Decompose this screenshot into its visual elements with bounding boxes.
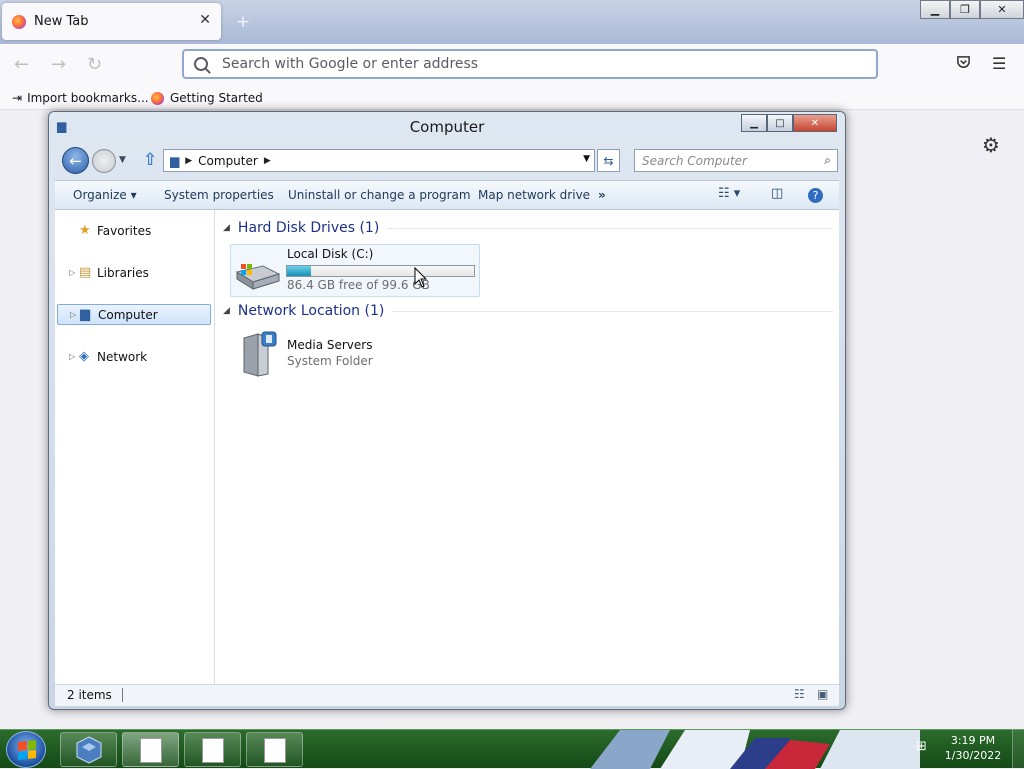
network-item-name: Media Servers [287,338,373,352]
breadcrumb-arrow-icon[interactable]: ▶ [185,156,192,166]
large-icons-view-icon[interactable]: ▣ [817,687,828,701]
firefox-icon [151,91,164,105]
taskbar-virtualbox[interactable] [60,732,117,767]
expand-arrow-icon[interactable]: ▷ [69,352,79,361]
expand-arrow-icon[interactable]: ▷ [70,310,80,319]
help-icon[interactable]: ? [808,188,823,203]
close-window-button[interactable]: ✕ [980,0,1024,19]
bookmark-import[interactable]: ⇥ Import bookmarks... [12,91,149,105]
address-dropdown-icon[interactable]: ▼ [583,154,590,164]
close-window-button[interactable]: ✕ [793,114,837,132]
taskbar-clock[interactable]: 3:19 PM 1/30/2022 [940,733,1006,763]
bookmark-getting-started[interactable]: Getting Started [151,91,263,105]
computer-icon: ▆ [170,153,180,168]
collapse-arrow-icon[interactable]: ◢ [223,306,230,316]
star-icon: ★ [79,223,91,238]
network-item-type: System Folder [287,354,373,368]
firefox-icon [12,14,26,29]
item-count: 2 items [67,688,123,702]
taskbar [0,729,1024,769]
group-header-hard-disk-drives[interactable]: ◢ Hard Disk Drives (1) [223,220,833,236]
reload-icon[interactable]: ↻ [87,54,102,75]
history-dropdown-icon[interactable]: ▼ [119,155,126,165]
back-button[interactable]: ← [62,147,89,174]
search-icon[interactable]: ⌕ [824,153,831,168]
forward-button[interactable] [92,149,116,173]
details-view-icon[interactable]: ☷ [794,687,805,701]
breadcrumb-computer[interactable]: Computer [198,154,258,168]
minimize-button[interactable]: ▁ [920,0,950,19]
url-bar[interactable]: Search with Google or enter address [182,49,878,79]
taskbar-window-3[interactable] [246,732,303,767]
navigation-pane: ★ Favorites ▷ ▤ Libraries ▷ ▆ Computer ▷… [55,210,215,684]
minimize-button[interactable]: ▁ [741,114,767,132]
up-arrow-icon[interactable]: ⇧ [143,150,157,170]
drive-usage-bar [286,265,475,277]
document-icon [264,738,286,763]
pocket-icon[interactable] [956,55,971,74]
hard-drive-icon [235,264,281,290]
taskbar-window-2[interactable] [184,732,241,767]
explorer-window-controls: ▁ □ ✕ [741,114,837,132]
back-arrow-icon[interactable]: ← [14,54,29,75]
document-icon [140,738,162,763]
media-server-icon [243,331,277,377]
import-icon: ⇥ [12,91,23,105]
explorer-window: ▆ Computer ▁ □ ✕ ← ▼ ⇧ ▆ ▶ Computer ▶ ▼ … [48,111,846,710]
tab-close-icon[interactable]: ✕ [199,12,211,28]
nav-item-favorites[interactable]: ★ Favorites [57,220,211,241]
status-bar: 2 items ☷ ▣ [55,684,839,706]
show-desktop-button[interactable] [1012,729,1024,768]
menu-icon[interactable]: ☰ [992,54,1006,73]
bookmarks-toolbar: ⇥ Import bookmarks... Getting Started [0,88,1024,110]
drive-free-space: 86.4 GB free of 99.6 GB [287,278,430,292]
drive-name: Local Disk (C:) [287,247,374,261]
computer-icon: ▆ [80,307,90,322]
more-commands-button[interactable]: » [598,188,606,202]
content-pane: ◢ Hard Disk Drives (1) Local Disk (C:) 8… [215,210,839,684]
nav-item-computer[interactable]: ▷ ▆ Computer [57,304,211,325]
change-view-icon[interactable]: ☷ ▾ [718,186,740,201]
tab-title: New Tab [34,14,89,29]
organize-button[interactable]: Organize ▾ [73,188,137,202]
search-icon [194,57,208,71]
window-title: Computer [409,118,485,136]
document-icon [202,738,224,763]
search-input[interactable]: Search Computer ⌕ [634,149,838,172]
windows-logo-icon [18,740,36,760]
wallpaper-decoration [590,730,920,769]
mouse-cursor-icon [414,267,428,288]
system-properties-button[interactable]: System properties [164,188,274,202]
network-tray-icon[interactable]: ⊞ [916,739,927,754]
drive-usage-fill [287,266,312,276]
network-icon: ◈ [79,349,89,364]
uninstall-program-button[interactable]: Uninstall or change a program [288,188,471,202]
expand-arrow-icon[interactable]: ▷ [69,268,79,277]
libraries-icon: ▤ [79,265,92,280]
restore-button[interactable]: ❐ [950,0,980,19]
maximize-button[interactable]: □ [767,114,793,132]
command-bar: Organize ▾ System properties Uninstall o… [55,180,839,210]
preview-pane-icon[interactable]: ◫ [771,186,783,201]
browser-tab-strip: New Tab ✕ + [0,0,1024,44]
browser-tab[interactable]: New Tab ✕ [2,3,221,40]
map-network-drive-button[interactable]: Map network drive [478,188,590,202]
breadcrumb-arrow-icon[interactable]: ▶ [264,156,271,166]
group-header-network-location[interactable]: ◢ Network Location (1) [223,303,833,319]
new-tab-button[interactable]: + [236,12,250,32]
browser-window-controls: ▁ ❐ ✕ [920,0,1024,19]
clock-date: 1/30/2022 [944,749,1002,762]
start-button[interactable] [6,731,46,768]
taskbar-window-1[interactable] [122,732,179,767]
forward-arrow-icon[interactable]: → [51,54,66,75]
virtualbox-icon [76,736,102,764]
collapse-arrow-icon[interactable]: ◢ [223,223,230,233]
nav-item-libraries[interactable]: ▷ ▤ Libraries [57,262,211,283]
address-bar[interactable]: ▆ ▶ Computer ▶ ▼ [163,149,595,172]
nav-item-network[interactable]: ▷ ◈ Network [57,346,211,367]
refresh-button[interactable]: ⇆ [597,149,620,172]
url-placeholder: Search with Google or enter address [222,56,479,72]
clock-time: 3:19 PM [950,734,996,747]
gear-icon[interactable]: ⚙ [982,133,1000,157]
